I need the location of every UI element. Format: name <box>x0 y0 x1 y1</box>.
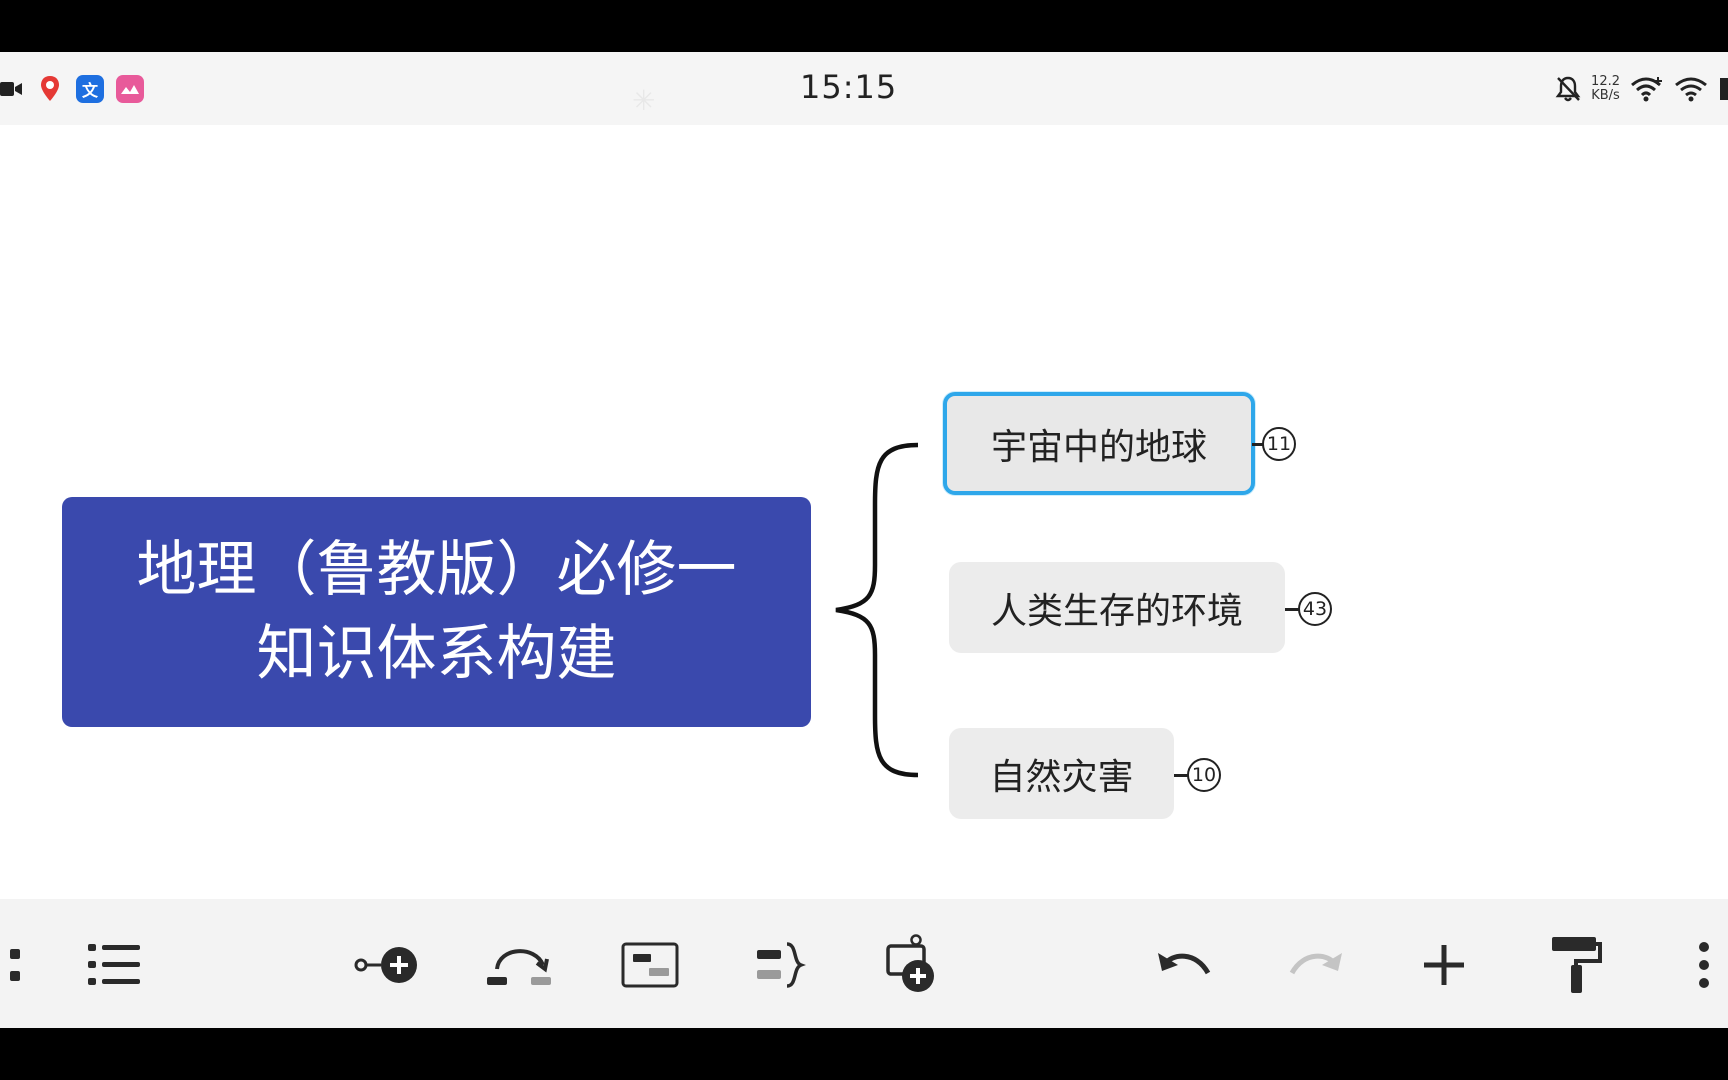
bottom-toolbar <box>0 899 1728 1028</box>
topic-label: 自然灾害 <box>989 756 1134 798</box>
status-time: 15:15 <box>800 68 898 106</box>
add-subtopic-button[interactable] <box>352 929 424 1001</box>
topic-label: 人类生存的环境 <box>990 590 1243 632</box>
background-sparkle-icon: ✳ <box>632 84 656 117</box>
video-camera-icon <box>0 74 24 104</box>
battery-icon <box>1718 76 1728 102</box>
topic-node-3[interactable]: 自然灾害 <box>949 728 1174 819</box>
relationship-icon <box>487 949 551 985</box>
boundary-button[interactable] <box>744 929 816 1001</box>
collapsed-count-badge[interactable]: 43 <box>1298 592 1332 626</box>
central-topic[interactable]: 地理（鲁教版）必修一 知识体系构建 <box>62 497 811 727</box>
topic-label: 宇宙中的地球 <box>990 426 1207 468</box>
photo-app-icon <box>116 75 144 103</box>
topic-node-1[interactable]: 宇宙中的地球 <box>943 392 1255 495</box>
letterbox-bottom <box>0 1028 1728 1080</box>
network-speed-unit: KB/s <box>1591 88 1620 103</box>
collapsed-count-badge[interactable]: 10 <box>1187 758 1221 792</box>
more-menu-button[interactable] <box>1668 929 1728 1001</box>
structure-button[interactable] <box>0 929 42 1001</box>
brace-connector <box>835 442 919 778</box>
badge-count: 43 <box>1302 598 1328 620</box>
add-icon <box>1424 945 1464 985</box>
mindmap-canvas[interactable]: 地理（鲁教版）必修一 知识体系构建 宇宙中的地球 11 人类生存的环境 43 自… <box>0 125 1728 899</box>
floating-topic-button[interactable] <box>874 929 946 1001</box>
central-topic-title: 地理（鲁教版）必修一 知识体系构建 <box>136 535 737 689</box>
badge-connector <box>1285 608 1299 611</box>
letterbox-top <box>0 0 1728 52</box>
wifi-plus-icon <box>1630 76 1664 102</box>
undo-icon <box>1158 953 1211 975</box>
status-bar: 文 ✳ 15:15 12.2 KB/s <box>0 52 1728 125</box>
badge-connector <box>1174 774 1188 777</box>
redo-button[interactable] <box>1280 929 1352 1001</box>
format-painter-icon <box>1552 937 1602 993</box>
network-speed-value: 12.2 <box>1591 74 1620 89</box>
outline-button[interactable] <box>78 929 150 1001</box>
device-screen: 文 ✳ 15:15 12.2 KB/s 地理（鲁教版）必修一 知识体系构建 宇宙… <box>0 52 1728 1028</box>
network-speed: 12.2 KB/s <box>1591 75 1620 103</box>
relationship-button[interactable] <box>484 929 556 1001</box>
bell-muted-icon <box>1555 75 1581 103</box>
summary-button[interactable] <box>614 929 686 1001</box>
collapsed-count-badge[interactable]: 11 <box>1262 427 1296 461</box>
outline-list-icon <box>88 944 140 985</box>
more-menu-icon <box>1699 942 1709 988</box>
redo-icon <box>1289 953 1342 975</box>
badge-count: 10 <box>1191 764 1217 786</box>
badge-count: 11 <box>1266 433 1292 455</box>
topic-node-2[interactable]: 人类生存的环境 <box>949 562 1285 653</box>
location-pin-icon <box>36 74 64 104</box>
translate-app-icon: 文 <box>76 75 104 103</box>
wifi-icon <box>1674 76 1708 102</box>
undo-button[interactable] <box>1148 929 1220 1001</box>
summary-box-icon <box>621 942 679 988</box>
status-left-icons: 文 <box>0 74 144 104</box>
insert-floating-topic-icon <box>886 934 934 992</box>
add-subtopic-icon <box>354 947 417 983</box>
add-button[interactable] <box>1408 929 1480 1001</box>
structure-icon <box>10 949 20 981</box>
status-right-icons: 12.2 KB/s <box>1555 72 1728 106</box>
boundary-bracket-icon <box>757 942 806 988</box>
format-painter-button[interactable] <box>1540 929 1612 1001</box>
